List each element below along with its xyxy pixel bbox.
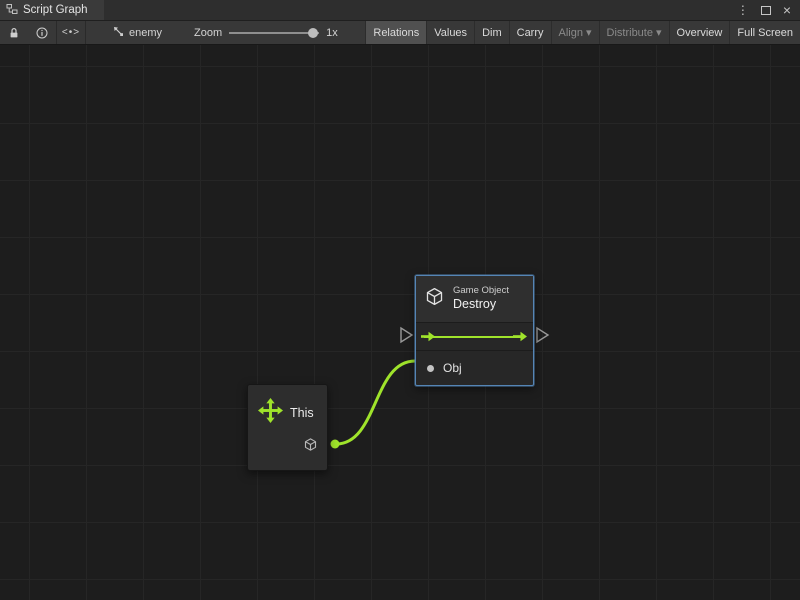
tab-script-graph[interactable]: Script Graph <box>0 0 104 20</box>
maximize-icon[interactable] <box>761 6 771 15</box>
align-dropdown[interactable]: Align ▾ <box>551 21 599 44</box>
zoom-slider[interactable] <box>229 32 319 34</box>
graph-toolbar: <•> enemy Zoom 1x Relations Values Dim <box>0 21 800 45</box>
obj-port-row: Obj <box>416 351 533 385</box>
script-graph-icon <box>6 3 18 18</box>
info-icon[interactable] <box>28 21 56 44</box>
graph-canvas[interactable]: This Game Object Destroy <box>0 45 800 600</box>
code-view-icon[interactable]: <•> <box>57 21 85 44</box>
obj-port-label: Obj <box>443 361 462 375</box>
graph-breadcrumb[interactable]: enemy <box>112 25 162 40</box>
graph-icon <box>112 25 124 40</box>
zoom-slider-thumb[interactable] <box>308 28 318 38</box>
zoom-value: 1x <box>326 27 338 39</box>
this-node-title: This <box>290 406 314 420</box>
control-output-port[interactable] <box>537 328 548 342</box>
destroy-node-category: Game Object <box>453 285 509 297</box>
destroy-node-header: Game Object Destroy <box>416 276 533 323</box>
obj-input-port[interactable] <box>427 365 434 372</box>
toolbar-separator <box>85 21 86 44</box>
flow-line <box>424 336 525 338</box>
lock-icon[interactable] <box>0 21 28 44</box>
window-menu-icon[interactable]: ⋮ <box>737 4 749 16</box>
relations-button[interactable]: Relations <box>365 21 426 44</box>
chevron-down-icon: ▾ <box>656 26 662 39</box>
destroy-node[interactable]: Game Object Destroy Obj <box>415 275 534 386</box>
move-arrows-icon <box>258 398 283 428</box>
tab-title: Script Graph <box>23 4 88 16</box>
values-button[interactable]: Values <box>426 21 474 44</box>
dim-button[interactable]: Dim <box>474 21 509 44</box>
zoom-control: Zoom 1x <box>194 27 338 39</box>
distribute-dropdown[interactable]: Distribute ▾ <box>599 21 669 44</box>
game-object-cube-icon <box>303 437 318 457</box>
flow-exit-arrow-icon[interactable] <box>513 330 528 348</box>
toolbar-buttons: Relations Values Dim Carry Align ▾ Distr… <box>365 21 800 44</box>
full-screen-button[interactable]: Full Screen <box>729 21 800 44</box>
graph-name: enemy <box>129 27 162 39</box>
this-node[interactable]: This <box>247 384 328 471</box>
control-flow-row <box>416 323 533 351</box>
game-object-cube-icon <box>424 286 445 312</box>
carry-button[interactable]: Carry <box>509 21 551 44</box>
close-icon[interactable]: × <box>783 3 791 17</box>
this-output-port[interactable] <box>331 440 340 449</box>
destroy-node-title: Destroy <box>453 297 509 313</box>
flow-enter-arrow-icon[interactable] <box>421 330 436 348</box>
overview-button[interactable]: Overview <box>669 21 730 44</box>
zoom-label: Zoom <box>194 27 222 39</box>
control-input-port[interactable] <box>401 328 412 342</box>
window-titlebar: Script Graph ⋮ × <box>0 0 800 21</box>
chevron-down-icon: ▾ <box>586 26 592 39</box>
connection-wire[interactable] <box>336 361 415 444</box>
wire-layer <box>0 45 800 600</box>
